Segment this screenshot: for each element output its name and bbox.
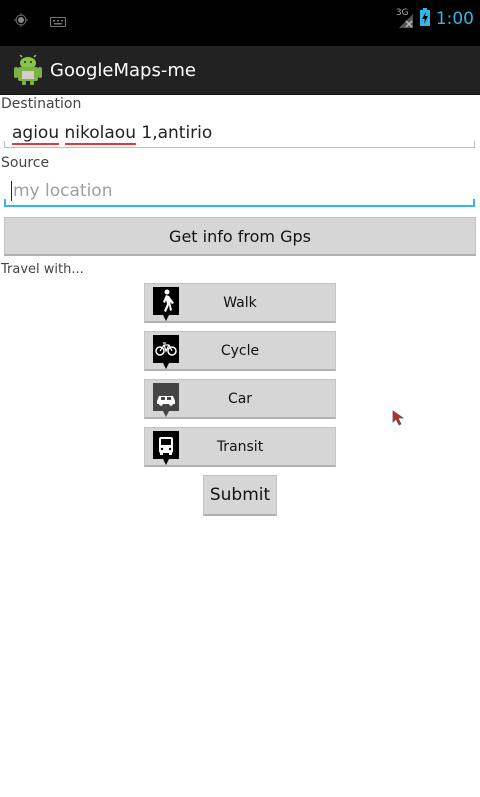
walk-button[interactable]: Walk xyxy=(144,283,336,323)
submit-button[interactable]: Submit xyxy=(203,475,277,516)
cycle-button[interactable]: Cycle xyxy=(144,331,336,371)
keyboard-icon xyxy=(50,12,66,31)
bicycle-icon xyxy=(153,335,179,369)
battery-icon xyxy=(419,8,430,30)
car-button[interactable]: Car xyxy=(144,379,336,419)
action-bar: GoogleMaps-me xyxy=(0,46,480,95)
bus-icon xyxy=(153,431,179,465)
source-label: Source xyxy=(1,155,50,171)
gps-icon xyxy=(14,12,28,31)
status-bar: 3G 1:00 xyxy=(0,0,480,46)
android-app-icon xyxy=(14,55,42,85)
text-caret xyxy=(11,181,12,201)
destination-word-2: nikolaou xyxy=(64,123,136,145)
signal-icon: 3G xyxy=(396,8,414,28)
cycle-label: Cycle xyxy=(220,342,260,359)
get-gps-info-button[interactable]: Get info from Gps xyxy=(4,217,476,256)
transit-button[interactable]: Transit xyxy=(144,427,336,467)
walk-label: Walk xyxy=(223,294,257,311)
source-placeholder: my location xyxy=(13,181,113,201)
transit-label: Transit xyxy=(216,438,264,455)
get-gps-info-label: Get info from Gps xyxy=(169,226,311,246)
clock: 1:00 xyxy=(435,9,474,29)
submit-label: Submit xyxy=(209,485,271,505)
destination-label: Destination xyxy=(1,96,82,112)
travel-with-label: Travel with... xyxy=(1,262,84,277)
destination-input[interactable]: agiou nikolaou 1,antirio xyxy=(4,118,475,148)
mouse-pointer-icon xyxy=(392,410,406,430)
source-input[interactable]: my location xyxy=(4,177,475,207)
app-title: GoogleMaps-me xyxy=(50,59,196,81)
car-label: Car xyxy=(227,390,253,407)
walk-icon xyxy=(153,287,179,321)
destination-word-1: agiou xyxy=(12,123,60,145)
destination-rest: 1,antirio xyxy=(135,123,213,143)
car-icon xyxy=(153,383,179,417)
